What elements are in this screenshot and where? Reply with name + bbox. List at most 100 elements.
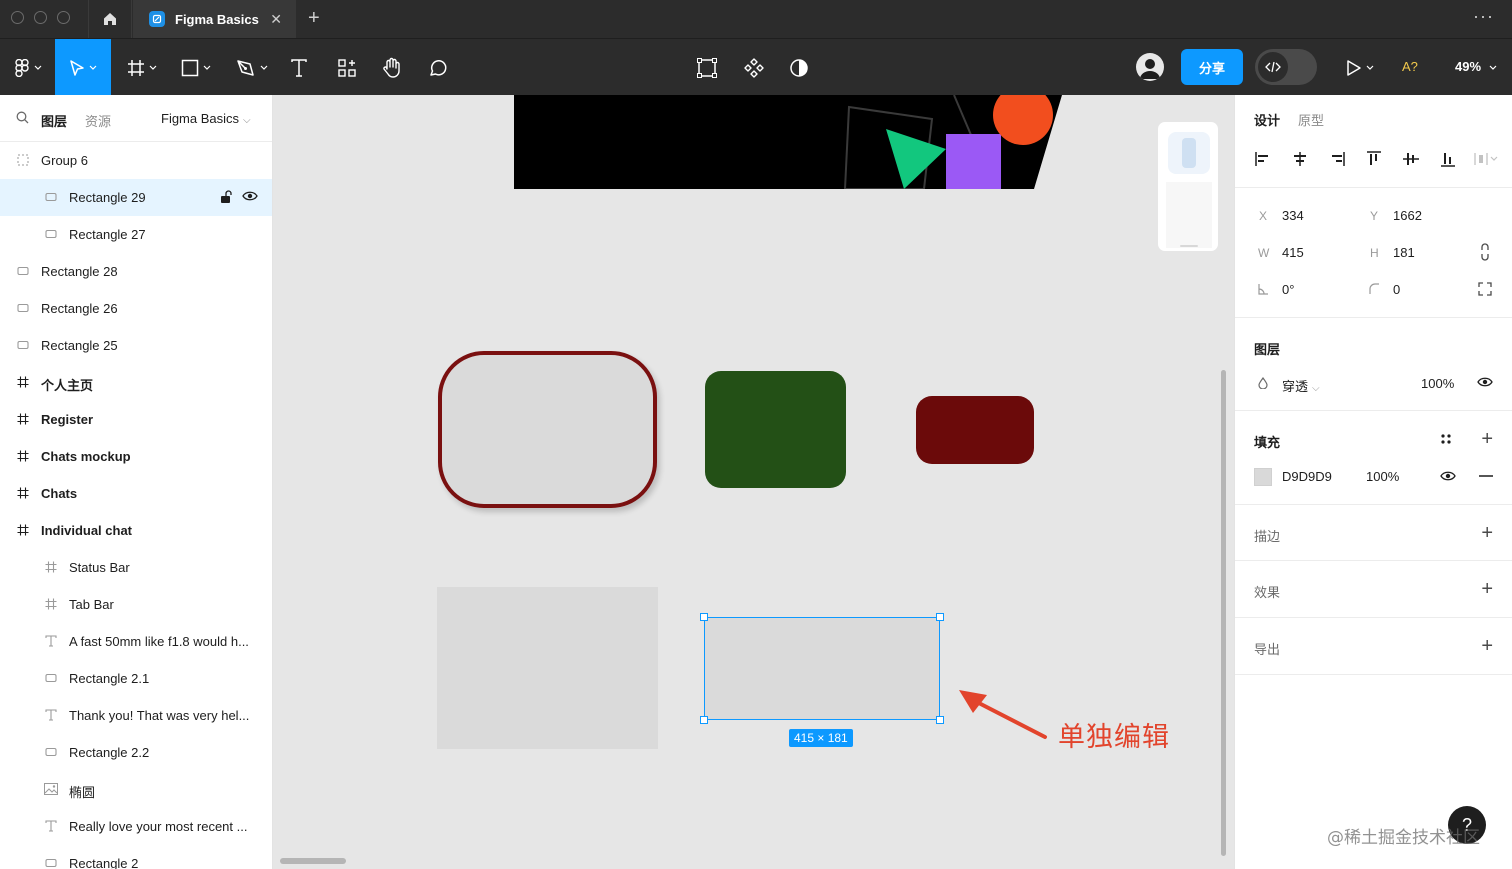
- rounded-rectangle-outlined[interactable]: [438, 351, 657, 508]
- layer-row[interactable]: Status Bar: [0, 549, 272, 586]
- independent-corners-icon[interactable]: [1477, 281, 1493, 297]
- remove-fill-icon[interactable]: [1479, 475, 1493, 477]
- x-field[interactable]: 334: [1282, 208, 1304, 223]
- create-component-button[interactable]: [737, 39, 771, 96]
- align-vertical-center-icon[interactable]: [1402, 151, 1420, 167]
- window-minimize-dot[interactable]: [34, 11, 47, 24]
- layer-label: A fast 50mm like f1.8 would h...: [69, 634, 249, 649]
- share-button[interactable]: 分享: [1181, 49, 1243, 85]
- eye-icon[interactable]: [1440, 470, 1456, 482]
- window-close-dot[interactable]: [11, 11, 24, 24]
- align-right-icon[interactable]: [1328, 151, 1346, 167]
- vertical-scrollbar[interactable]: [1221, 370, 1226, 856]
- pen-tool-button[interactable]: [228, 39, 276, 96]
- layer-row[interactable]: Rectangle 25: [0, 327, 272, 364]
- frame-tool-button[interactable]: [118, 39, 166, 96]
- resize-handle-bottom-left[interactable]: [700, 716, 708, 724]
- resize-handle-bottom-right[interactable]: [936, 716, 944, 724]
- resize-handle-top-right[interactable]: [936, 613, 944, 621]
- text-tool-button[interactable]: [282, 39, 316, 96]
- layer-row[interactable]: Rectangle 29: [0, 179, 272, 216]
- new-tab-button[interactable]: +: [308, 6, 320, 30]
- layer-row[interactable]: Individual chat: [0, 512, 272, 549]
- user-avatar[interactable]: [1136, 53, 1164, 81]
- layer-row[interactable]: Rectangle 28: [0, 253, 272, 290]
- move-tool-button[interactable]: [55, 39, 111, 96]
- dark-red-rectangle[interactable]: [916, 396, 1034, 464]
- layer-row[interactable]: Chats: [0, 475, 272, 512]
- tab-prototype[interactable]: 原型: [1298, 110, 1324, 129]
- canvas[interactable]: 415 × 181 单独编辑: [273, 95, 1234, 869]
- green-rectangle[interactable]: [705, 371, 846, 488]
- rotation-field[interactable]: 0°: [1282, 282, 1294, 297]
- edit-object-button[interactable]: [690, 39, 724, 96]
- layer-row[interactable]: 椭圆: [0, 771, 272, 808]
- layer-opacity-field[interactable]: 100%: [1421, 376, 1454, 391]
- constrain-proportions-icon[interactable]: [1479, 243, 1491, 261]
- styles-grid-icon[interactable]: [1440, 433, 1452, 445]
- eye-icon[interactable]: [1477, 376, 1493, 388]
- add-export-icon[interactable]: +: [1481, 636, 1493, 656]
- layer-row[interactable]: 个人主页: [0, 364, 272, 401]
- gray-rectangle[interactable]: [437, 587, 658, 749]
- layer-row[interactable]: Chats mockup: [0, 438, 272, 475]
- align-bottom-icon[interactable]: [1439, 151, 1457, 167]
- zoom-dropdown[interactable]: 49%: [1455, 59, 1497, 74]
- layer-row[interactable]: Group 6: [0, 142, 272, 179]
- layer-row[interactable]: Rectangle 27: [0, 216, 272, 253]
- height-field[interactable]: 181: [1393, 245, 1415, 260]
- fill-color-swatch[interactable]: [1254, 468, 1272, 486]
- file-tab[interactable]: Figma Basics ✕: [133, 0, 296, 38]
- tab-layers[interactable]: 图层: [41, 111, 67, 130]
- eye-icon[interactable]: [242, 190, 258, 202]
- search-icon[interactable]: [16, 111, 29, 124]
- component-icon: [744, 57, 764, 78]
- layer-row[interactable]: Register: [0, 401, 272, 438]
- h-label: H: [1370, 246, 1379, 260]
- comment-tool-button[interactable]: [421, 39, 455, 96]
- unlock-icon[interactable]: [220, 190, 232, 204]
- window-zoom-dot[interactable]: [57, 11, 70, 24]
- align-horizontal-center-icon[interactable]: [1291, 151, 1309, 167]
- add-fill-icon[interactable]: +: [1481, 429, 1493, 449]
- align-left-icon[interactable]: [1254, 151, 1272, 167]
- width-field[interactable]: 415: [1282, 245, 1304, 260]
- dev-mode-toggle[interactable]: [1255, 49, 1317, 85]
- distribute-icon[interactable]: [1473, 151, 1499, 167]
- layer-row[interactable]: Rectangle 2: [0, 845, 272, 869]
- missing-fonts-indicator[interactable]: A?: [1402, 59, 1418, 74]
- y-field[interactable]: 1662: [1393, 208, 1422, 223]
- frame-thumbnail[interactable]: [1157, 121, 1219, 252]
- close-tab-icon[interactable]: ✕: [270, 11, 282, 28]
- home-button[interactable]: [88, 0, 132, 38]
- layer-row[interactable]: Rectangle 2.1: [0, 660, 272, 697]
- layer-row[interactable]: A fast 50mm like f1.8 would h...: [0, 623, 272, 660]
- resources-tool-button[interactable]: [330, 39, 364, 96]
- selected-rectangle[interactable]: [700, 613, 944, 724]
- layer-row[interactable]: Rectangle 2.2: [0, 734, 272, 771]
- corner-radius-field[interactable]: 0: [1393, 282, 1400, 297]
- mask-button[interactable]: [782, 39, 816, 96]
- help-button[interactable]: ?: [1448, 806, 1486, 844]
- resize-handle-top-left[interactable]: [700, 613, 708, 621]
- present-button[interactable]: [1338, 39, 1382, 96]
- layer-row[interactable]: Tab Bar: [0, 586, 272, 623]
- tab-assets[interactable]: 资源: [85, 111, 111, 130]
- layer-row[interactable]: Thank you! That was very hel...: [0, 697, 272, 734]
- hand-tool-button[interactable]: [375, 39, 409, 96]
- blend-mode-dropdown[interactable]: 穿透 ⌵: [1282, 376, 1320, 395]
- page-selector[interactable]: Figma Basics ⌵: [161, 111, 251, 126]
- add-effect-icon[interactable]: +: [1481, 579, 1493, 599]
- horizontal-scrollbar[interactable]: [280, 858, 346, 864]
- layer-row[interactable]: Really love your most recent ...: [0, 808, 272, 845]
- layer-row[interactable]: Rectangle 26: [0, 290, 272, 327]
- rectangle-tool-button[interactable]: [172, 39, 220, 96]
- add-stroke-icon[interactable]: +: [1481, 523, 1493, 543]
- main-menu-button[interactable]: [0, 39, 55, 96]
- tab-design[interactable]: 设计: [1254, 110, 1280, 129]
- align-top-icon[interactable]: [1365, 151, 1383, 167]
- fill-opacity-field[interactable]: 100%: [1366, 469, 1399, 484]
- more-options-icon[interactable]: ···: [1473, 6, 1494, 27]
- artwork-frame[interactable]: [514, 95, 1062, 190]
- fill-hex-field[interactable]: D9D9D9: [1282, 469, 1332, 484]
